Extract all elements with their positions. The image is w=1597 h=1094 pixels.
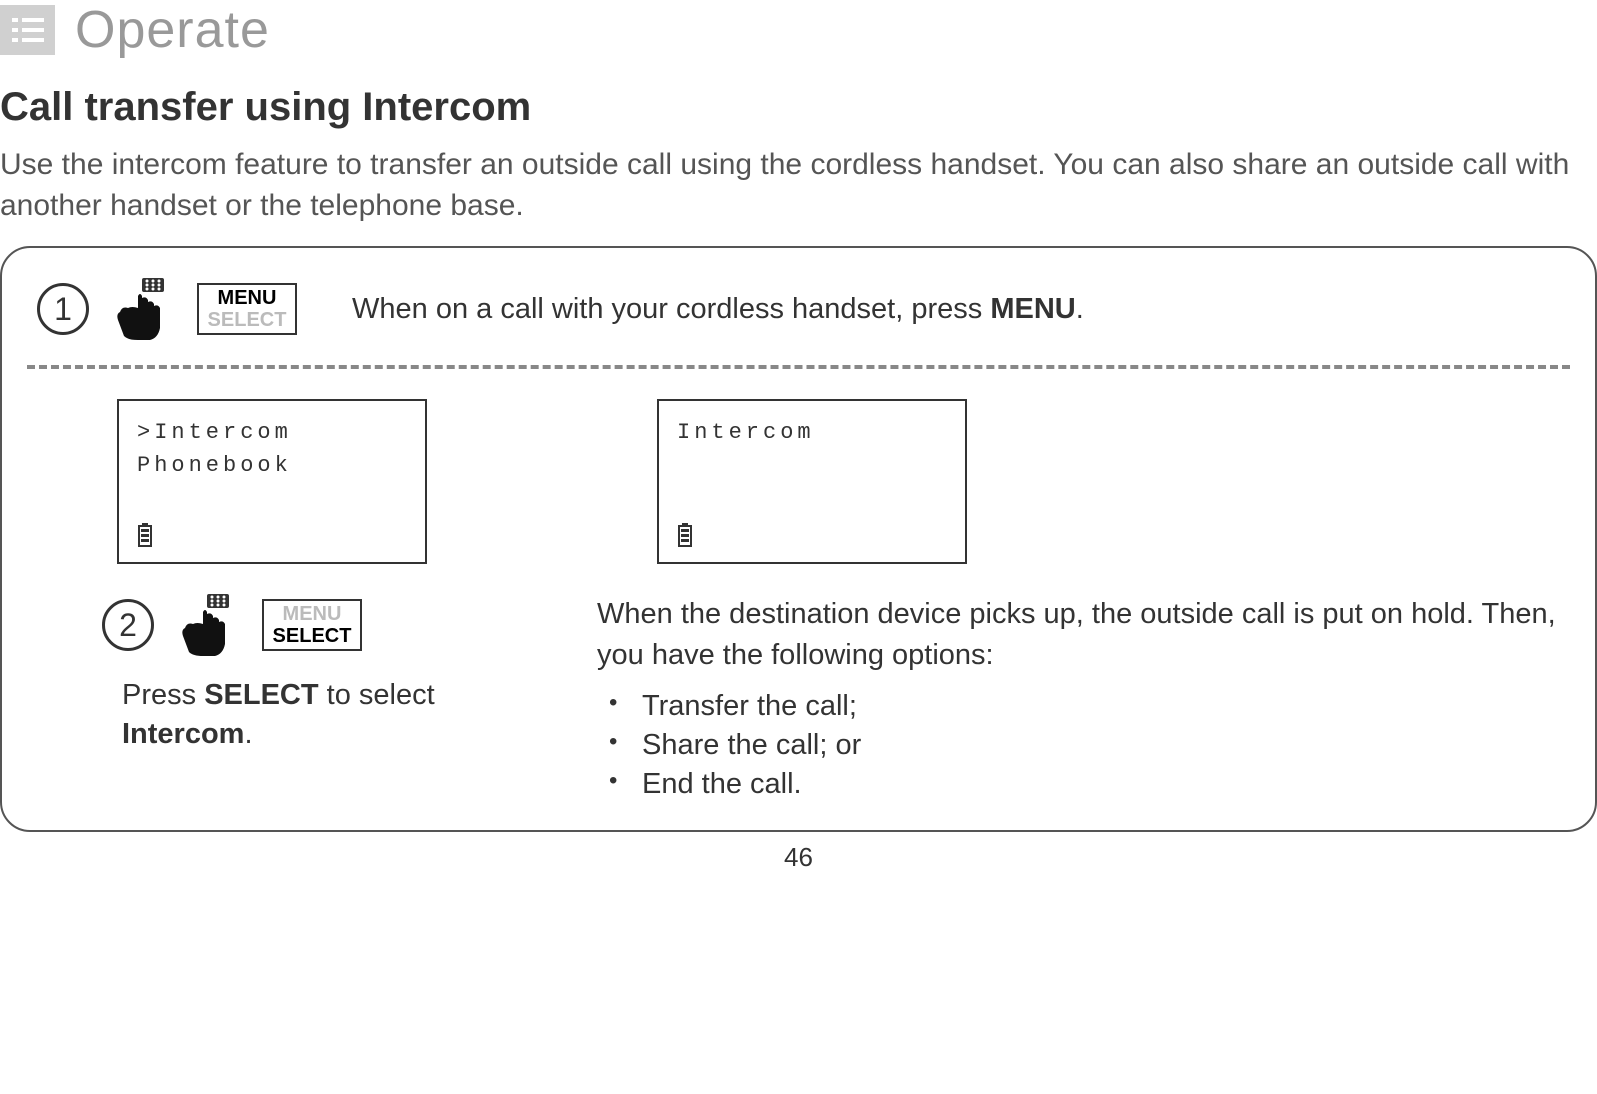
- menu-select-button: MENU SELECT: [262, 599, 362, 651]
- hand-press-icon: [114, 278, 172, 340]
- step-2-number: 2: [102, 599, 154, 651]
- page-number: 46: [0, 842, 1597, 873]
- hand-press-icon: [179, 594, 237, 656]
- section-title: Operate: [75, 0, 270, 60]
- battery-icon: [677, 523, 693, 547]
- steps-container: 1 MENU SELECT When on a call with your c…: [0, 246, 1597, 832]
- step-1-number: 1: [37, 283, 89, 335]
- options-intro: When the destination device picks up, th…: [597, 594, 1560, 675]
- options-list: Transfer the call; Share the call; or En…: [597, 687, 1560, 804]
- menu-select-button: MENU SELECT: [197, 283, 297, 335]
- option-item: End the call.: [597, 765, 1560, 804]
- screen-line-2: Phonebook: [137, 449, 407, 482]
- step-1-text: When on a call with your cordless handse…: [352, 293, 1084, 326]
- header-tab: Operate: [0, 0, 1597, 60]
- list-icon: [0, 5, 55, 55]
- handset-screen-menu: >Intercom Phonebook: [117, 399, 427, 564]
- step-1-row: 1 MENU SELECT When on a call with your c…: [37, 278, 1560, 340]
- handset-screen-intercom: Intercom: [657, 399, 967, 564]
- left-column: >Intercom Phonebook 2: [117, 399, 537, 805]
- screen-line-1: >Intercom: [137, 416, 407, 449]
- screen-line-1: Intercom: [677, 416, 947, 449]
- main-heading: Call transfer using Intercom: [0, 85, 1597, 130]
- step-2-row: 2 MENU SELECT: [102, 594, 537, 656]
- menu-label: MENU: [264, 603, 360, 625]
- option-item: Share the call; or: [597, 726, 1560, 765]
- select-label: SELECT: [199, 309, 295, 331]
- battery-icon: [137, 523, 153, 547]
- select-label: SELECT: [264, 625, 360, 647]
- option-item: Transfer the call;: [597, 687, 1560, 726]
- step-divider: [27, 365, 1570, 369]
- intro-text: Use the intercom feature to transfer an …: [0, 145, 1597, 226]
- step-columns: >Intercom Phonebook 2: [37, 399, 1560, 805]
- menu-label: MENU: [199, 287, 295, 309]
- right-column: Intercom When the destination device pic…: [597, 399, 1560, 805]
- step-2-text: Press SELECT to select Intercom.: [122, 676, 537, 754]
